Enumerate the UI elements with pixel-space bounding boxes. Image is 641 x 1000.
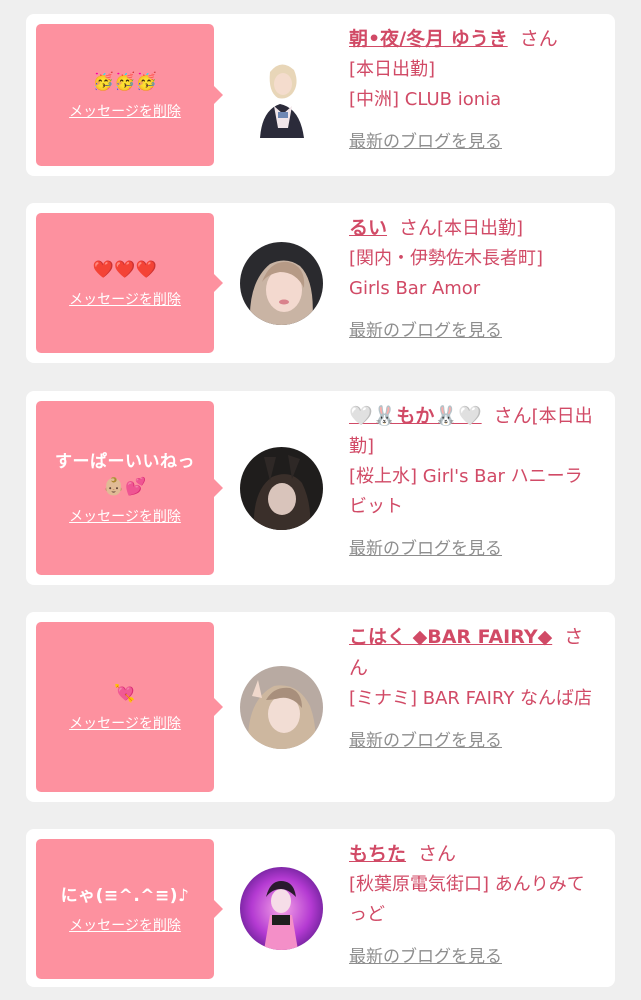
message-card: 💘 メッセージを削除 こはく ◆BAR FAIRY◆ さん [ミナミ] BAR F… (26, 612, 615, 802)
message-bubble: 💘 メッセージを削除 (36, 622, 223, 792)
message-text: 🥳🥳🥳 (92, 71, 158, 92)
latest-blog-link[interactable]: 最新のブログを見る (349, 726, 502, 751)
message-text: すーぱーいいねっ👶🏼💕 (55, 452, 195, 497)
message-bubble: にゃ(≡^.^≡)♪ メッセージを削除 (36, 839, 223, 979)
latest-blog-link[interactable]: 最新のブログを見る (349, 127, 502, 152)
delete-message-link[interactable]: メッセージを削除 (69, 101, 181, 121)
delete-message-link[interactable]: メッセージを削除 (69, 506, 181, 526)
shop-name: [関内・伊勢佐木長者町] Girls Bar Amor (349, 248, 544, 299)
message-bubble: すーぱーいいねっ👶🏼💕 メッセージを削除 (36, 401, 223, 575)
honorific: さん (418, 843, 457, 865)
message-bubble: ❤️❤️❤️ メッセージを削除 (36, 213, 223, 353)
message-bubble: 🥳🥳🥳 メッセージを削除 (36, 24, 223, 166)
cast-info: もちた さん [秋葉原電気街口] あんりみてっど 最新のブログを見る (349, 839, 601, 967)
latest-blog-link[interactable]: 最新のブログを見る (349, 534, 502, 559)
message-card: 🥳🥳🥳 メッセージを削除 朝•夜/冬月 ゆうき さん [本日出勤] [中洲] CL… (26, 14, 615, 176)
latest-blog-link[interactable]: 最新のブログを見る (349, 942, 502, 967)
avatar-photo-icon (240, 242, 323, 325)
message-card: すーぱーいいねっ👶🏼💕 メッセージを削除 🤍🐰もか🐰🤍 さん[本日出勤] [桜上水… (26, 391, 615, 585)
name-line: 朝•夜/冬月 ゆうき さん (349, 24, 601, 55)
avatar-photo-icon (240, 447, 323, 530)
avatar[interactable] (240, 54, 322, 138)
avatar-photo-icon (240, 54, 322, 138)
message-text: 💘 (114, 683, 136, 704)
status-text: [本日出勤] (437, 218, 524, 239)
cast-info: 朝•夜/冬月 ゆうき さん [本日出勤] [中洲] CLUB ionia 最新のブ… (349, 24, 601, 152)
honorific: さん (493, 405, 532, 427)
avatar-photo-icon (240, 666, 323, 749)
delete-message-link[interactable]: メッセージを削除 (69, 713, 181, 733)
shop-name: [ミナミ] BAR FAIRY なんば店 (349, 688, 593, 709)
avatar[interactable] (240, 242, 323, 325)
message-text: にゃ(≡^.^≡)♪ (60, 885, 190, 906)
latest-blog-link[interactable]: 最新のブログを見る (349, 316, 502, 341)
shop-name: [秋葉原電気街口] あんりみてっど (349, 874, 585, 925)
status-text: [本日出勤] (349, 59, 436, 80)
honorific: さん (519, 28, 558, 50)
cast-name-link[interactable]: るい (349, 217, 387, 239)
avatar[interactable] (240, 447, 323, 530)
cast-name-link[interactable]: 🤍🐰もか🐰🤍 (349, 405, 482, 427)
cast-info: 🤍🐰もか🐰🤍 さん[本日出勤] [桜上水] Girl's Bar ハニーラビット … (349, 401, 601, 559)
honorific: さん (399, 217, 438, 239)
cast-info: るい さん[本日出勤] [関内・伊勢佐木長者町] Girls Bar Amor 最… (349, 213, 601, 341)
avatar[interactable] (240, 867, 323, 950)
shop-name: [桜上水] Girl's Bar ハニーラビット (349, 466, 583, 517)
message-card: にゃ(≡^.^≡)♪ メッセージを削除 もちた さん [秋葉原電気街口] あんり… (26, 829, 615, 987)
name-line: こはく ◆BAR FAIRY◆ さん (349, 622, 599, 684)
cast-info: こはく ◆BAR FAIRY◆ さん [ミナミ] BAR FAIRY なんば店 最… (349, 622, 601, 751)
name-line: るい さん[本日出勤] (349, 213, 601, 244)
shop-name: [中洲] CLUB ionia (349, 89, 502, 110)
avatar-photo-icon (240, 867, 323, 950)
delete-message-link[interactable]: メッセージを削除 (69, 915, 181, 935)
name-line: 🤍🐰もか🐰🤍 さん[本日出勤] (349, 401, 599, 462)
cast-name-link[interactable]: 朝•夜/冬月 ゆうき (349, 28, 508, 50)
message-list: 🥳🥳🥳 メッセージを削除 朝•夜/冬月 ゆうき さん [本日出勤] [中洲] CL… (0, 0, 641, 1000)
message-card: ❤️❤️❤️ メッセージを削除 るい さん[本日出勤] [関内・伊勢佐木長者町] … (26, 203, 615, 363)
cast-name-link[interactable]: こはく ◆BAR FAIRY◆ (349, 626, 552, 648)
cast-name-link[interactable]: もちた (349, 843, 406, 865)
delete-message-link[interactable]: メッセージを削除 (69, 289, 181, 309)
name-line: もちた さん (349, 839, 601, 870)
message-text: ❤️❤️❤️ (92, 259, 158, 280)
avatar[interactable] (240, 666, 323, 749)
